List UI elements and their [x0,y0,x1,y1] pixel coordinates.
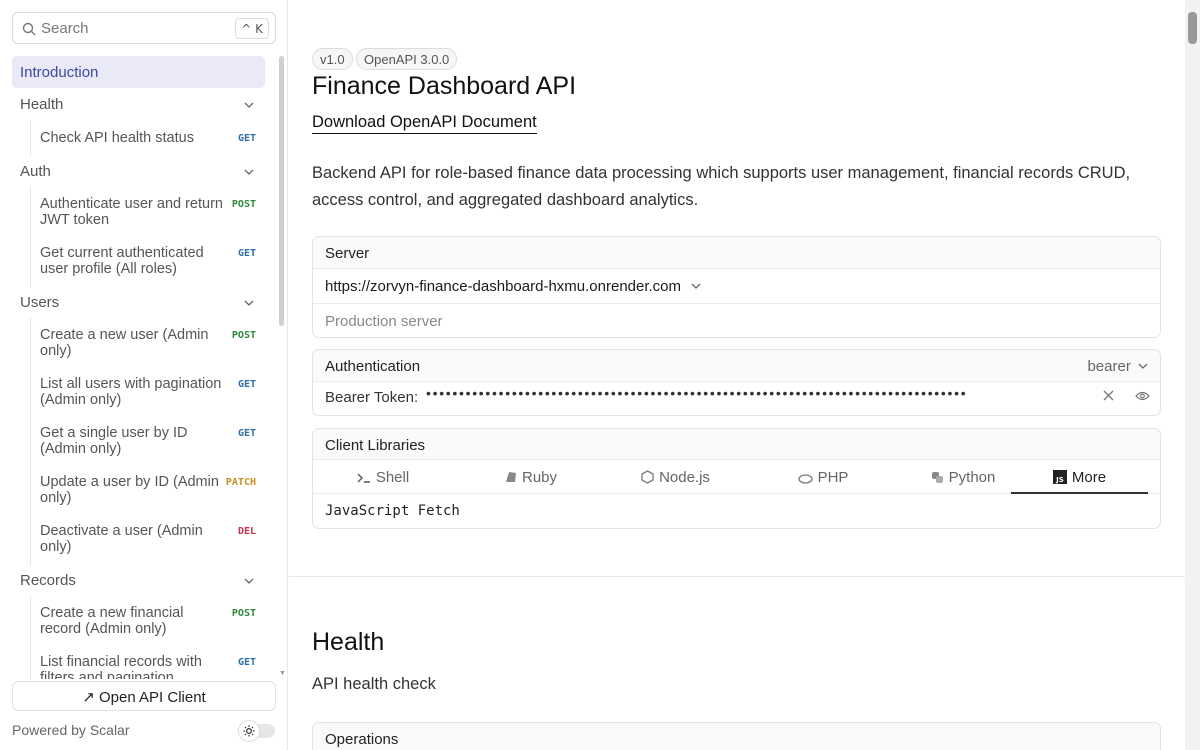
method-badge: DEL [237,526,256,537]
operations-label: Operations [313,723,1160,750]
server-url: https://zorvyn-finance-dashboard-hxmu.on… [325,278,682,295]
client-libraries-card: Client Libraries Shell Ruby Node.js PHP … [312,428,1161,529]
selected-client: JavaScript Fetch [325,503,460,519]
auth-scheme-select[interactable]: bearer [1087,358,1148,375]
openapi-badge: OpenAPI 3.0.0 [356,48,458,70]
method-badge: GET [237,133,256,144]
tab-nodejs[interactable]: Node.js [603,460,748,494]
nodejs-icon [641,470,654,484]
method-badge: POST [231,330,256,341]
chevron-down-icon [244,169,254,175]
tab-shell[interactable]: Shell [313,460,453,494]
sidebar-op-get-user[interactable]: Get a single user by ID (Admin only) GET [40,425,270,457]
sidebar-op-current-user[interactable]: Get current authenticated user profile (… [40,245,270,277]
chevron-down-icon [244,578,254,584]
sidebar-group-label: Users [20,294,60,311]
sidebar-op-list-users[interactable]: List all users with pagination (Admin on… [40,376,270,408]
health-description: API health check [312,675,436,693]
sidebar-item-introduction[interactable]: Introduction [12,56,265,88]
download-openapi-link[interactable]: Download OpenAPI Document [312,113,537,134]
scroll-down-arrow-icon[interactable]: ▼ [279,670,286,677]
terminal-icon [357,473,370,483]
ruby-icon [505,472,516,482]
open-api-client-button[interactable]: ↗ Open API Client [12,681,276,711]
python-icon [931,472,943,483]
sidebar-op-check-health[interactable]: Check API health status GET [40,130,270,146]
server-select[interactable]: https://zorvyn-finance-dashboard-hxmu.on… [313,269,1160,303]
sidebar-op-create-user[interactable]: Create a new user (Admin only) POST [40,327,270,359]
php-icon [797,474,813,484]
bearer-token-input[interactable]: ••••••••••••••••••••••••••••••••••••••••… [426,385,1086,401]
method-badge: GET [237,428,256,439]
svg-text:JS: JS [1055,476,1064,484]
sidebar-group-label: Health [20,96,64,113]
sidebar: Search ^ K Introduction Health Check API… [0,0,288,750]
main-content: v1.0 OpenAPI 3.0.0 Finance Dashboard API… [289,0,1185,750]
theme-toggle[interactable] [238,720,276,742]
section-divider [289,576,1185,577]
sidebar-group-auth[interactable]: Auth [20,163,264,180]
sidebar-group-health[interactable]: Health [20,96,264,113]
clear-icon[interactable] [1103,390,1114,401]
authentication-label: Authentication [325,358,421,375]
method-badge: GET [237,379,256,390]
server-label: Server [313,237,1160,269]
sidebar-group-records[interactable]: Records [20,572,264,589]
arrow-up-right-icon: ↗ [82,689,95,706]
sun-icon [243,725,255,737]
method-badge: POST [231,608,256,619]
sidebar-op-create-record[interactable]: Create a new financial record (Admin onl… [40,605,270,637]
sidebar-op-list-records[interactable]: List financial records with filters and … [40,654,270,679]
health-heading: Health [312,628,385,656]
sidebar-group-label: Auth [20,163,51,180]
page-scrollbar[interactable] [1185,0,1200,750]
chevron-down-icon [691,283,701,289]
client-libraries-label: Client Libraries [313,429,1160,460]
client-tabs: Shell Ruby Node.js PHP Python JS More [313,460,1160,494]
sidebar-group-users[interactable]: Users [20,294,264,311]
eye-icon[interactable] [1135,391,1150,401]
search-placeholder: Search [41,20,89,37]
sidebar-nav: Introduction Health Check API health sta… [0,56,276,679]
bearer-token-label: Bearer Token: [325,389,419,406]
version-badge: v1.0 [312,48,353,70]
sidebar-op-update-user[interactable]: Update a user by ID (Admin only) PATCH [40,474,270,506]
sidebar-scrollbar[interactable] [279,56,284,326]
chevron-down-icon [244,300,254,306]
tab-more[interactable]: JS More [1011,460,1148,494]
method-badge: PATCH [225,477,256,488]
method-badge: POST [231,199,256,210]
search-input[interactable]: Search ^ K [12,12,276,44]
server-description: Production server [313,303,1160,337]
tab-php[interactable]: PHP [753,460,893,494]
sidebar-op-deactivate-user[interactable]: Deactivate a user (Admin only) DEL [40,523,270,555]
method-badge: GET [237,248,256,259]
api-description: Backend API for role-based finance data … [312,164,1131,209]
chevron-down-icon [244,102,254,108]
chevron-down-icon [1138,363,1148,369]
sidebar-group-label: Records [20,572,76,589]
operations-card: Operations [312,722,1161,750]
tab-ruby[interactable]: Ruby [463,460,598,494]
server-card: Server https://zorvyn-finance-dashboard-… [312,236,1161,338]
javascript-icon: JS [1052,470,1067,484]
method-badge: GET [237,657,256,668]
page-title: Finance Dashboard API [312,72,577,100]
search-icon [22,22,36,36]
search-shortcut: ^ K [235,18,269,39]
authentication-card: Authentication bearer Bearer Token: ••••… [312,349,1161,416]
sidebar-op-authenticate[interactable]: Authenticate user and return JWT token P… [40,196,270,228]
powered-by-link[interactable]: Powered by Scalar [12,722,130,738]
